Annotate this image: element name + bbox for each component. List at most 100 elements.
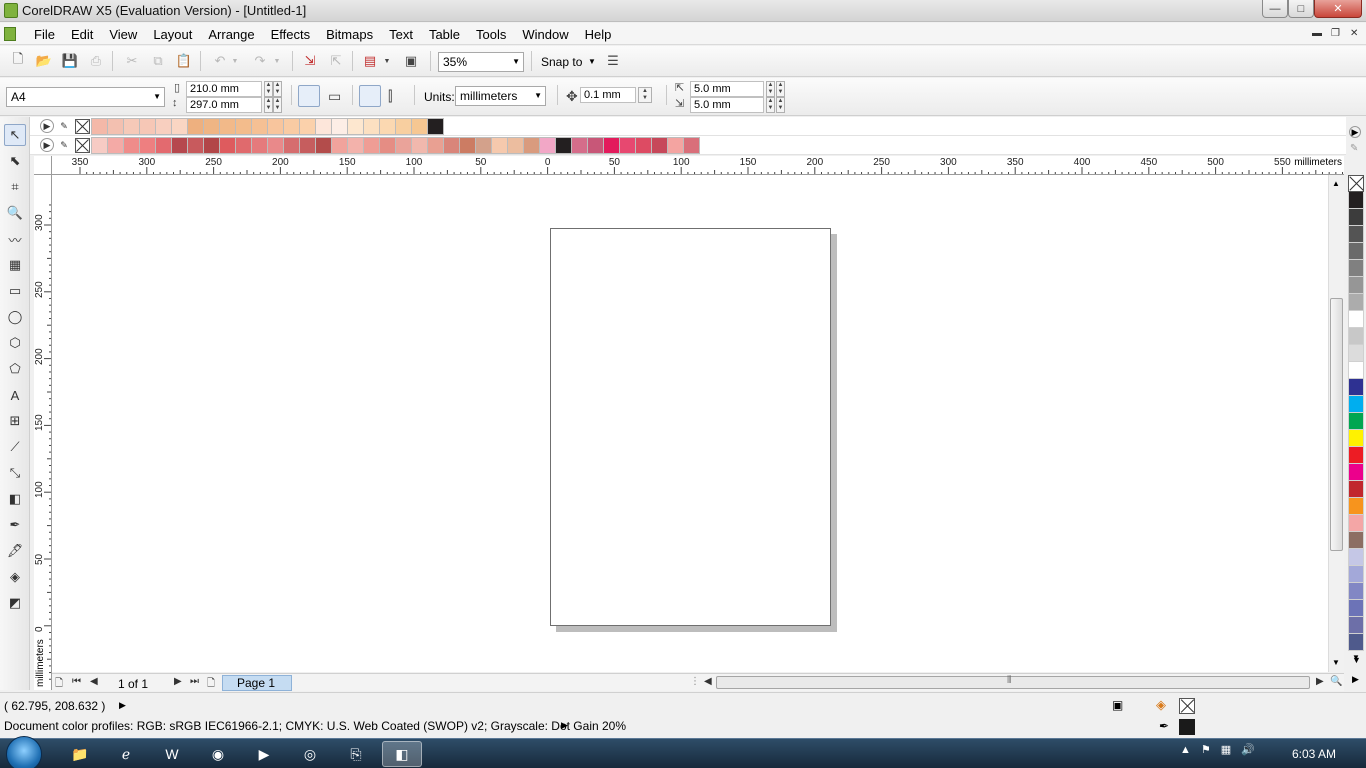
next-page-icon[interactable]: ▶ — [174, 676, 182, 687]
palette-swatch[interactable] — [539, 137, 556, 154]
scroll-right-icon[interactable]: ▶ — [1316, 676, 1324, 687]
drawing-canvas[interactable] — [52, 175, 1328, 672]
color-palette-swatch[interactable] — [1348, 583, 1364, 600]
menu-arrange[interactable]: Arrange — [200, 27, 262, 42]
vertical-scroll-thumb[interactable] — [1330, 298, 1343, 551]
palette-swatch[interactable] — [475, 137, 492, 154]
color-palette-swatch[interactable] — [1348, 498, 1364, 515]
screen-capture-icon[interactable]: ▣ — [1112, 698, 1123, 712]
start-button[interactable] — [6, 736, 42, 768]
crop-tool-icon[interactable]: ⌗ — [4, 176, 26, 198]
color-palette-swatch[interactable] — [1348, 481, 1364, 498]
interactive-fill-tool-icon[interactable]: ◩ — [4, 592, 26, 614]
current-outline-swatch[interactable] — [1179, 719, 1195, 735]
color-palette-swatch[interactable] — [1348, 328, 1364, 345]
palette-scroll-icon[interactable]: ▶ — [1349, 126, 1361, 138]
color-palette-swatch[interactable] — [1348, 294, 1364, 311]
palette-swatch[interactable] — [267, 118, 284, 135]
duplicate-x-field[interactable]: 5.0 mm — [690, 81, 764, 97]
undo-icon[interactable]: ↶ — [210, 51, 230, 71]
color-palette-swatch[interactable] — [1348, 430, 1364, 447]
palette-swatch[interactable] — [363, 118, 380, 135]
eyedropper-icon[interactable]: ✎ — [57, 138, 71, 152]
palette-eyedropper-icon[interactable]: ✎ — [1350, 143, 1358, 154]
paste-icon[interactable]: 📋 — [174, 51, 194, 71]
action-center-icon[interactable]: ⚑ — [1201, 743, 1211, 756]
palette-swatch[interactable] — [251, 118, 268, 135]
ruler-origin[interactable] — [34, 156, 52, 175]
application-launcher-icon[interactable]: ▤ — [360, 51, 380, 71]
print-icon[interactable]: ⎙ — [86, 51, 106, 71]
color-eyedropper-tool-icon[interactable]: ✒ — [4, 514, 26, 536]
cut-icon[interactable]: ✂ — [122, 51, 142, 71]
palette-swatch[interactable] — [443, 137, 460, 154]
coreldraw-app-icon[interactable] — [4, 3, 18, 18]
outline-pen-icon[interactable]: ✒ — [1159, 719, 1169, 733]
palette-swatch[interactable] — [123, 137, 140, 154]
color-palette-swatch[interactable] — [1348, 379, 1364, 396]
palette-swatch[interactable] — [379, 137, 396, 154]
palette-swatch[interactable] — [523, 137, 540, 154]
splitter-handle-icon[interactable]: ⋮ — [690, 676, 700, 687]
ellipse-tool-icon[interactable]: ◯ — [4, 306, 26, 328]
clock[interactable]: 6:03 AM — [1292, 747, 1336, 761]
page-tab[interactable]: Page 1 — [222, 675, 292, 691]
polygon-tool-icon[interactable]: ⬡ — [4, 332, 26, 354]
coreldraw-taskbar-icon[interactable]: ◧ — [382, 741, 422, 767]
menu-layout[interactable]: Layout — [145, 27, 200, 42]
palette-swatch[interactable] — [283, 118, 300, 135]
menu-tools[interactable]: Tools — [468, 27, 514, 42]
palette-swatch[interactable] — [107, 137, 124, 154]
menu-window[interactable]: Window — [514, 27, 576, 42]
palette-swatch[interactable] — [331, 137, 348, 154]
palette-menu-icon[interactable]: ▶ — [40, 138, 54, 152]
palette-swatch[interactable] — [219, 137, 236, 154]
close-button[interactable]: ✕ — [1314, 0, 1362, 18]
network-icon[interactable]: ▦ — [1221, 743, 1231, 756]
palette-swatch[interactable] — [299, 137, 316, 154]
palette-swatch[interactable] — [427, 137, 444, 154]
page-width-spinner-alt[interactable]: ▲ ▼ — [273, 81, 282, 97]
no-fill-swatch[interactable] — [75, 119, 90, 134]
page-size-select[interactable]: A4 ▼ — [6, 87, 165, 107]
redo-dropdown-icon[interactable]: ▼ — [272, 51, 282, 71]
duplicate-x-spinner-alt[interactable]: ▲ ▼ — [776, 81, 785, 97]
color-palette-swatch[interactable] — [1348, 362, 1364, 379]
palette-swatch[interactable] — [315, 118, 332, 135]
units-select[interactable]: millimeters ▼ — [455, 86, 546, 106]
nudge-spinner[interactable]: ▲ ▼ — [638, 87, 652, 103]
shape-tool-icon[interactable]: ⬉ — [4, 150, 26, 172]
color-palette-swatch[interactable] — [1348, 277, 1364, 294]
palette-swatch[interactable] — [667, 137, 684, 154]
palette-swatch[interactable] — [219, 118, 236, 135]
horizontal-scroll-thumb[interactable]: ⦀ — [716, 675, 1310, 689]
palette-swatch[interactable] — [107, 118, 124, 135]
zoom-navigator-icon[interactable]: 🔍 — [1330, 676, 1342, 687]
palette-swatch[interactable] — [171, 137, 188, 154]
undo-dropdown-icon[interactable]: ▼ — [230, 51, 240, 71]
rectangle-tool-icon[interactable]: ▭ — [4, 280, 26, 302]
export-icon[interactable]: ⇱ — [326, 51, 346, 71]
pick-tool-icon[interactable]: ↖ — [4, 124, 26, 146]
no-color-swatch[interactable] — [1348, 175, 1364, 192]
landscape-icon[interactable]: ▭ — [328, 88, 341, 105]
color-palette-swatch[interactable] — [1348, 396, 1364, 413]
palette-swatch[interactable] — [235, 118, 252, 135]
text-tool-icon[interactable]: A — [4, 384, 26, 406]
palette-swatch[interactable] — [603, 137, 620, 154]
duplicate-y-spinner-alt[interactable]: ▲ ▼ — [776, 97, 785, 113]
palette-swatch[interactable] — [315, 137, 332, 154]
nudge-field[interactable]: 0.1 mm — [580, 87, 636, 103]
color-profiles-info[interactable]: Document color profiles: RGB: sRGB IEC61… — [4, 719, 626, 733]
palette-swatch[interactable] — [411, 137, 428, 154]
freehand-tool-icon[interactable]: 〰 — [4, 228, 26, 250]
color-palette-swatch[interactable] — [1348, 226, 1364, 243]
horizontal-ruler[interactable]: 350 300 250 200 150 100 50 0 50 100 150 200 250 300 35… — [52, 156, 1344, 175]
insert-page-after-icon[interactable]: 🗋 — [207, 676, 215, 693]
all-pages-button[interactable] — [359, 85, 381, 107]
color-palette-swatch[interactable] — [1348, 549, 1364, 566]
palette-swatch[interactable] — [283, 137, 300, 154]
vertical-ruler[interactable]: 300 250 200 150 100 50 0 millimeters — [34, 175, 52, 690]
page-height-spinner[interactable]: ▲ ▼ — [264, 97, 273, 113]
color-palette-swatch[interactable] — [1348, 600, 1364, 617]
